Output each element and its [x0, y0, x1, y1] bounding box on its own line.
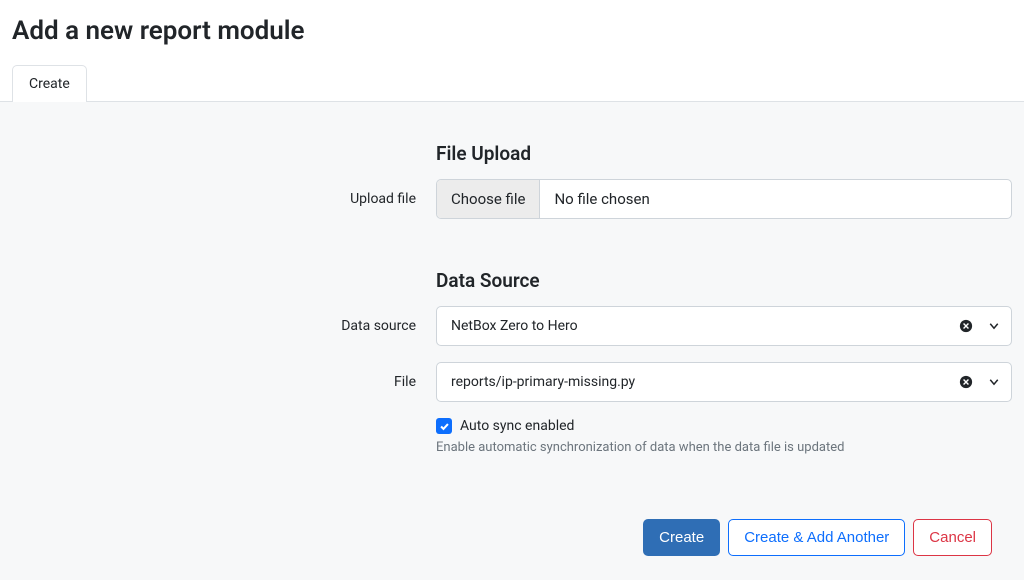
upload-file-label: Upload file [32, 191, 436, 207]
data-source-label: Data source [32, 318, 436, 334]
file-chosen-text: No file chosen [540, 180, 663, 218]
clear-icon[interactable] [959, 375, 973, 389]
upload-file-input[interactable]: Choose file No file chosen [436, 179, 1012, 219]
auto-sync-checkbox[interactable] [436, 418, 452, 434]
create-add-another-button[interactable]: Create & Add Another [728, 519, 905, 556]
form-actions: Create Create & Add Another Cancel [32, 475, 992, 556]
choose-file-button[interactable]: Choose file [437, 180, 540, 218]
file-select[interactable]: reports/ip-primary-missing.py [436, 362, 1012, 402]
auto-sync-label: Auto sync enabled [460, 418, 574, 434]
page-title: Add a new report module [0, 0, 1024, 64]
chevron-down-icon[interactable] [987, 375, 1001, 389]
file-label: File [32, 374, 436, 390]
form-body: File Upload Upload file Choose file No f… [0, 102, 1024, 580]
tab-create[interactable]: Create [12, 65, 87, 102]
cancel-button[interactable]: Cancel [913, 519, 992, 556]
data-source-value: NetBox Zero to Hero [451, 318, 959, 334]
file-value: reports/ip-primary-missing.py [451, 374, 959, 390]
auto-sync-help: Enable automatic synchronization of data… [436, 440, 992, 455]
section-title-file-upload: File Upload [436, 142, 1012, 165]
create-button[interactable]: Create [643, 519, 720, 556]
section-title-data-source: Data Source [436, 269, 1012, 292]
chevron-down-icon[interactable] [987, 319, 1001, 333]
clear-icon[interactable] [959, 319, 973, 333]
tab-bar: Create [0, 64, 1024, 102]
data-source-select[interactable]: NetBox Zero to Hero [436, 306, 1012, 346]
